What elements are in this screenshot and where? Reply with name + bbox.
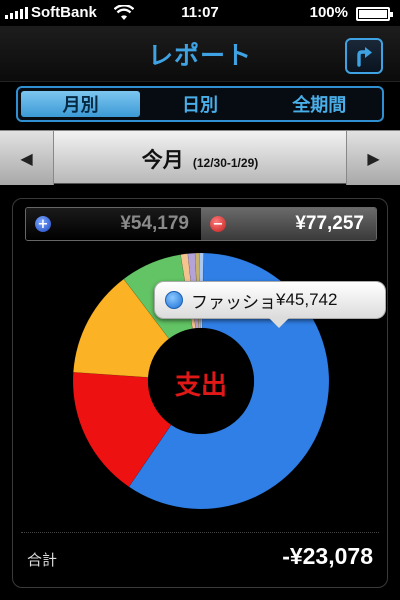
previous-period-button[interactable]: ◀ (0, 131, 54, 185)
period-range: (12/30-1/29) (192, 156, 259, 170)
divider (21, 532, 379, 533)
share-icon (357, 47, 372, 67)
total-value: -¥23,078 (282, 543, 373, 569)
income-amount: ¥54,179 (120, 213, 189, 234)
triangle-right-icon: ▶ (367, 148, 380, 168)
period-label: 今月 (12/30-1/29) (54, 144, 346, 174)
period-title: 今月 (141, 148, 184, 172)
period-segmented-control: 月別 日別 全期間 (16, 86, 384, 122)
income-tab[interactable]: + ¥54,179 (26, 208, 201, 240)
chart-center-label: 支出 (174, 371, 227, 401)
segment-daily[interactable]: 日別 (140, 91, 259, 117)
next-period-button[interactable]: ▶ (346, 131, 400, 185)
expense-amount: ¥77,257 (295, 213, 364, 234)
segment-all-time[interactable]: 全期間 (260, 91, 379, 117)
period-bar: ◀ 今月 (12/30-1/29) ▶ (0, 130, 400, 185)
callout-category: ファッショ (191, 292, 276, 313)
battery-icon (356, 7, 393, 21)
minus-circle-icon: − (210, 216, 226, 232)
report-panel: + ¥54,179 − ¥77,257 支出 ファッショ ¥45,742 合計 … (12, 198, 388, 588)
battery-percent: 100% (309, 4, 348, 21)
status-bar: SoftBank 11:07 100% (0, 0, 400, 26)
nav-bar: レポート (0, 26, 400, 82)
segment-monthly[interactable]: 月別 (21, 91, 141, 117)
plus-circle-icon: + (35, 216, 51, 232)
expense-tab[interactable]: − ¥77,257 (201, 208, 376, 240)
slice-callout[interactable]: ファッショ ¥45,742 (154, 281, 386, 328)
callout-amount: ¥45,742 (276, 290, 338, 309)
triangle-left-icon: ◀ (20, 148, 33, 168)
share-button[interactable] (345, 38, 383, 74)
total-label: 合計 (27, 551, 58, 569)
page-title: レポート (147, 41, 252, 70)
category-dot-icon (165, 291, 183, 309)
totals-toggle: + ¥54,179 − ¥77,257 (25, 207, 377, 241)
